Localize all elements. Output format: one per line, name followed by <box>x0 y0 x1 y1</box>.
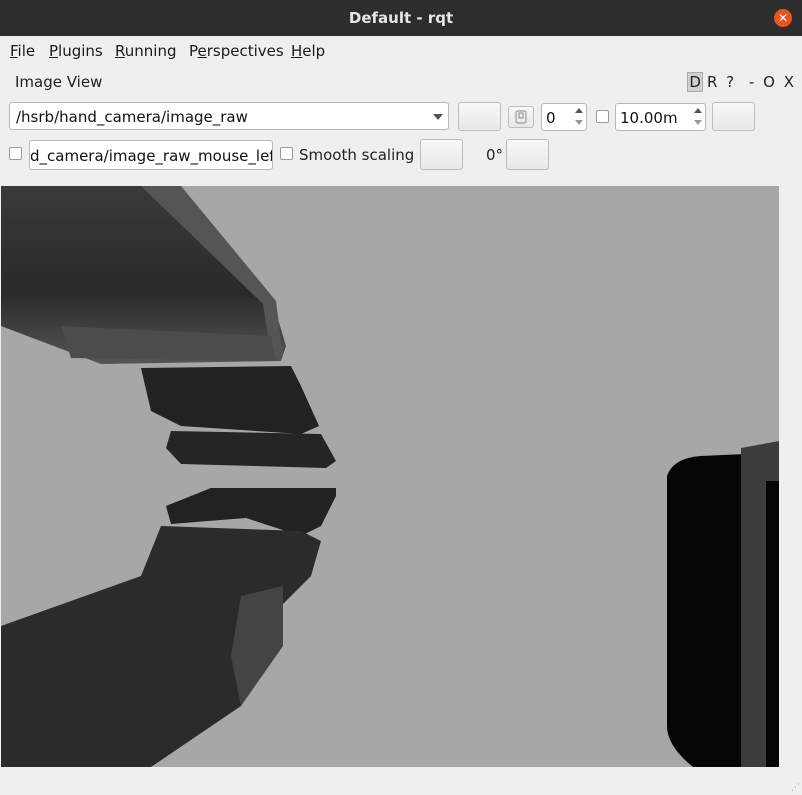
menu-file[interactable]: File <box>10 42 35 60</box>
rotation-label: 0° <box>486 146 504 164</box>
save-icon <box>515 110 527 124</box>
save-image-button[interactable] <box>508 106 534 128</box>
dock-button[interactable]: D <box>687 72 703 92</box>
help-button[interactable]: ? <box>726 73 734 91</box>
menu-running[interactable]: Running <box>115 42 176 60</box>
menu-perspectives-label: Perspectives <box>189 42 284 60</box>
plugin-title-controls: DR ? - O X <box>683 72 794 92</box>
mouse-topic-input[interactable]: d_camera/image_raw_mouse_left <box>29 140 273 170</box>
topic-select-value: /hsrb/hand_camera/image_raw <box>16 108 248 126</box>
camera-image-view[interactable] <box>1 186 779 767</box>
float-button[interactable]: O <box>763 73 775 91</box>
rotate-right-button[interactable] <box>506 139 549 170</box>
close-plugin-button[interactable]: X <box>784 73 794 91</box>
frame-spinbox[interactable]: 0 <box>541 103 587 131</box>
chevron-down-icon <box>433 114 443 120</box>
toolbar-button[interactable] <box>712 102 755 131</box>
close-icon[interactable]: ✕ <box>774 9 792 27</box>
smooth-scaling-label: Smooth scaling <box>299 146 415 164</box>
publish-click-checkbox[interactable] <box>9 147 22 160</box>
menu-perspectives[interactable]: Perspectives <box>189 42 284 60</box>
menu-file-label: File <box>10 42 36 60</box>
plugin-title: Image View <box>15 73 103 91</box>
smooth-scaling-checkbox[interactable] <box>280 147 293 160</box>
camera-image <box>1 186 779 767</box>
max-range-spinbox[interactable]: 10.00m <box>615 103 706 131</box>
reload-button[interactable]: R <box>707 73 717 91</box>
spin-down-icon[interactable] <box>694 120 702 125</box>
mouse-topic-value: d_camera/image_raw_mouse_left <box>30 147 273 165</box>
menu-running-label: Running <box>115 42 177 60</box>
dynamic-range-checkbox[interactable] <box>596 110 609 123</box>
menubar: File Plugins Running Perspectives Help <box>0 36 802 66</box>
frame-spinbox-value: 0 <box>546 109 556 127</box>
resize-grip-icon[interactable]: ⋰ <box>791 783 800 793</box>
spin-up-icon[interactable] <box>694 108 702 113</box>
topic-select[interactable]: /hsrb/hand_camera/image_raw <box>9 102 449 130</box>
max-range-value: 10.00m <box>620 109 678 127</box>
menu-help-label: Help <box>291 42 326 60</box>
menu-plugins-label: Plugins <box>49 42 103 60</box>
window-titlebar: Default - rqt ✕ <box>0 0 802 36</box>
spin-down-icon[interactable] <box>575 120 583 125</box>
menu-plugins[interactable]: Plugins <box>49 42 103 60</box>
minimize-button[interactable]: - <box>749 73 754 91</box>
refresh-topics-button[interactable] <box>458 102 501 131</box>
menu-help[interactable]: Help <box>291 42 325 60</box>
rotate-left-button[interactable] <box>420 139 463 170</box>
spin-up-icon[interactable] <box>575 108 583 113</box>
window-title: Default - rqt <box>348 9 454 27</box>
